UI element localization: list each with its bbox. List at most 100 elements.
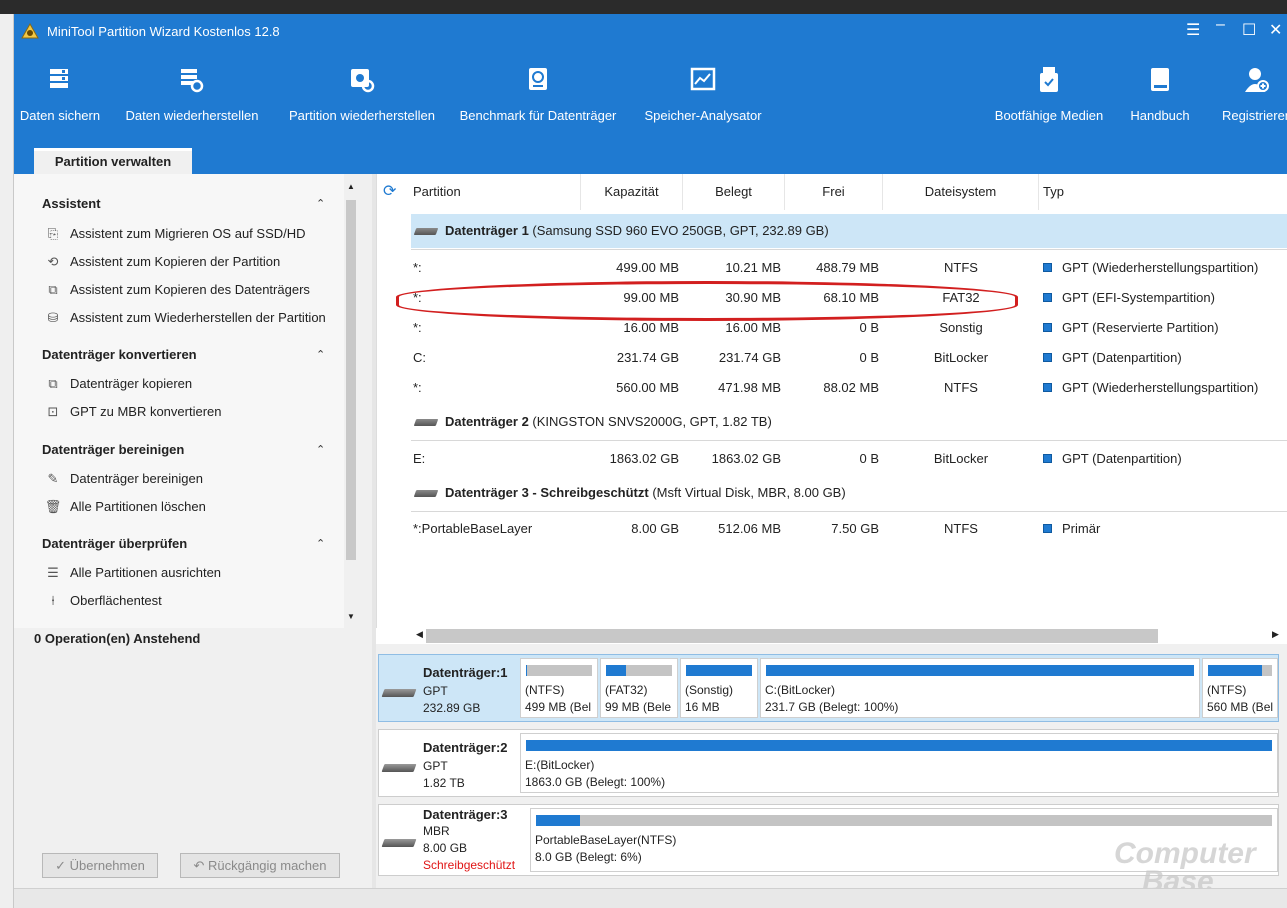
toolbar-bootable-media-button[interactable]: Bootfähige Medien xyxy=(990,48,1108,144)
sidebar-item-wipe-disk[interactable]: ✎ Datenträger bereinigen xyxy=(44,471,203,487)
column-header-used[interactable]: Belegt xyxy=(683,174,785,210)
disk-row[interactable]: Datenträger 2 (KINGSTON SNVS2000G, GPT, … xyxy=(411,405,1287,439)
sidebar-item-copy-disk[interactable]: ⧉ Assistent zum Kopieren des Datenträgers xyxy=(44,282,310,298)
collapse-caret-icon[interactable]: ⌃ xyxy=(316,443,325,456)
minimize-button[interactable]: – xyxy=(1216,16,1225,34)
sidebar-scrollbar[interactable]: ▲ ▼ xyxy=(344,174,358,628)
disk-row[interactable]: Datenträger 3 - Schreibgeschützt (Msft V… xyxy=(411,476,1287,510)
disk-info: Datenträger:2 GPT 1.82 TB xyxy=(379,730,519,796)
toolbar-label: Partition wiederherstellen xyxy=(289,108,435,123)
disk-icon xyxy=(413,227,439,235)
collapse-caret-icon[interactable]: ⌃ xyxy=(316,348,325,361)
undo-button[interactable]: ↶ Rückgängig machen xyxy=(180,853,340,878)
register-icon xyxy=(1245,68,1269,92)
column-header-partition[interactable]: Partition xyxy=(413,174,581,210)
scroll-right-icon[interactable]: ▶ xyxy=(1272,629,1279,640)
toolbar-label: Benchmark für Datenträger xyxy=(459,108,617,123)
disk-benchmark-icon xyxy=(529,68,547,90)
space-analyzer-icon xyxy=(690,67,716,91)
align-icon: ☰ xyxy=(47,565,59,580)
table-row[interactable]: *: 499.00 MB 10.21 MB 488.79 MB NTFS GPT… xyxy=(377,253,1287,283)
usage-fill xyxy=(526,665,528,676)
toolbar-label: Handbuch xyxy=(1130,108,1190,123)
partition-block[interactable]: (NTFS) 560 MB (Bel xyxy=(1202,658,1278,718)
status-bar xyxy=(14,888,1287,908)
undo-icon: ↶ xyxy=(193,858,208,873)
scroll-down-icon[interactable]: ▼ xyxy=(347,612,355,621)
restore-partition-icon: ⛁ xyxy=(47,310,59,325)
collapse-caret-icon[interactable]: ⌃ xyxy=(316,537,325,550)
toolbar-manual-button[interactable]: Handbuch xyxy=(1122,48,1198,144)
close-button[interactable]: ✕ xyxy=(1269,20,1282,40)
table-horizontal-scrollbar[interactable]: ◀ ▶ xyxy=(376,628,1287,644)
disk-info: Datenträger:1 GPT 232.89 GB xyxy=(379,655,519,721)
partition-type-icon xyxy=(1043,323,1052,332)
partition-block[interactable]: C:(BitLocker) 231.7 GB (Belegt: 100%) xyxy=(760,658,1200,718)
window-title: MiniTool Partition Wizard Kostenlos 12.8 xyxy=(47,24,280,39)
column-header-filesystem[interactable]: Dateisystem xyxy=(883,174,1039,210)
usage-fill xyxy=(686,665,752,676)
partition-type-icon xyxy=(1043,293,1052,302)
partition-type-icon xyxy=(1043,263,1052,272)
column-header-capacity[interactable]: Kapazität xyxy=(581,174,683,210)
refresh-icon[interactable]: ⟳ xyxy=(383,184,396,200)
title-bar: MiniTool Partition Wizard Kostenlos 12.8… xyxy=(14,14,1287,48)
toolbar-space-analyzer-button[interactable]: Speicher-Analysator xyxy=(636,48,770,144)
scrollbar-thumb[interactable] xyxy=(426,629,1158,643)
scroll-left-icon[interactable]: ◀ xyxy=(416,629,423,640)
copy-partition-icon: ⟲ xyxy=(47,254,59,269)
read-only-label: Schreibgeschützt xyxy=(423,858,516,872)
convert-icon: ⊡ xyxy=(47,404,59,419)
sidebar-section-title: Datenträger konvertieren xyxy=(42,347,197,362)
usage-fill xyxy=(606,665,627,676)
partition-block[interactable]: (FAT32) 99 MB (Bele xyxy=(600,658,678,718)
column-header-free[interactable]: Frei xyxy=(785,174,883,210)
sidebar-item-copy-partition[interactable]: ⟲ Assistent zum Kopieren der Partition xyxy=(44,254,281,270)
disk-icon xyxy=(381,764,417,772)
toolbar-backup-button[interactable]: Daten sichern xyxy=(14,48,106,144)
bootable-media-icon xyxy=(1040,67,1058,92)
column-header-type[interactable]: Typ xyxy=(1039,174,1287,210)
toolbar-label: Bootfähige Medien xyxy=(994,108,1104,123)
partition-block[interactable]: (Sonstig) 16 MB xyxy=(680,658,758,718)
tab-partition-verwalten[interactable]: Partition verwalten xyxy=(34,148,192,174)
toolbar-register-button[interactable]: Registrieren xyxy=(1212,48,1287,144)
scroll-up-icon[interactable]: ▲ xyxy=(347,182,355,191)
sidebar-item-restore-partition[interactable]: ⛁ Assistent zum Wiederherstellen der Part… xyxy=(44,310,326,326)
toolbar-partition-recovery-button[interactable]: Partition wiederherstellen xyxy=(282,48,442,144)
usage-fill xyxy=(536,815,581,826)
toolbar-data-recovery-button[interactable]: Daten wiederherstellen xyxy=(122,48,262,144)
partition-type-icon xyxy=(1043,383,1052,392)
menu-icon[interactable]: ☰ xyxy=(1186,20,1200,40)
sidebar-item-migrate-os[interactable]: ⎘ Assistent zum Migrieren OS auf SSD/HD xyxy=(44,226,306,242)
eraser-icon: ✎ xyxy=(47,471,59,486)
table-row[interactable]: *:PortableBaseLayer 8.00 GB 512.06 MB 7.… xyxy=(377,514,1287,544)
maximize-button[interactable]: ☐ xyxy=(1242,20,1256,40)
desktop-top-strip xyxy=(0,0,1287,14)
table-row[interactable]: E: 1863.02 GB 1863.02 GB 0 B BitLocker G… xyxy=(377,444,1287,474)
disk-map-block[interactable]: Datenträger:1 GPT 232.89 GB (NTFS) 499 MB… xyxy=(378,654,1279,722)
disk-row[interactable]: Datenträger 1 (Samsung SSD 960 EVO 250GB… xyxy=(411,214,1287,248)
disk-icon xyxy=(381,839,417,847)
sidebar-item-delete-all[interactable]: 🗑 Alle Partitionen löschen xyxy=(44,499,206,515)
collapse-caret-icon[interactable]: ⌃ xyxy=(316,197,325,210)
row-divider xyxy=(411,249,1287,250)
partition-block[interactable]: E:(BitLocker) 1863.0 GB (Belegt: 100%) xyxy=(520,733,1278,793)
scrollbar-thumb[interactable] xyxy=(346,200,356,560)
partition-block[interactable]: (NTFS) 499 MB (Bel xyxy=(520,658,598,718)
apply-button[interactable]: ✓ Übernehmen xyxy=(42,853,158,878)
sidebar-item-align-partitions[interactable]: ☰ Alle Partitionen ausrichten xyxy=(44,565,221,581)
backup-icon xyxy=(50,69,68,88)
sidebar-item-gpt-to-mbr[interactable]: ⊡ GPT zu MBR konvertieren xyxy=(44,404,222,420)
toolbar-label: Daten sichern xyxy=(19,108,101,123)
disk-map-block[interactable]: Datenträger:2 GPT 1.82 TB E:(BitLocker) 1… xyxy=(378,729,1279,797)
partition-recovery-icon xyxy=(351,69,375,93)
app-logo-icon xyxy=(21,22,39,39)
table-row[interactable]: *: 560.00 MB 471.98 MB 88.02 MB NTFS GPT… xyxy=(377,373,1287,403)
table-row[interactable]: C: 231.74 GB 231.74 GB 0 B BitLocker GPT… xyxy=(377,343,1287,373)
sidebar-item-surface-test[interactable]: ⍿ Oberflächentest xyxy=(44,593,161,609)
row-divider xyxy=(411,511,1287,512)
toolbar-benchmark-button[interactable]: Benchmark für Datenträger xyxy=(454,48,622,144)
sidebar-item-copy-disk-2[interactable]: ⧉ Datenträger kopieren xyxy=(44,376,192,392)
desktop-left-strip xyxy=(0,14,14,908)
